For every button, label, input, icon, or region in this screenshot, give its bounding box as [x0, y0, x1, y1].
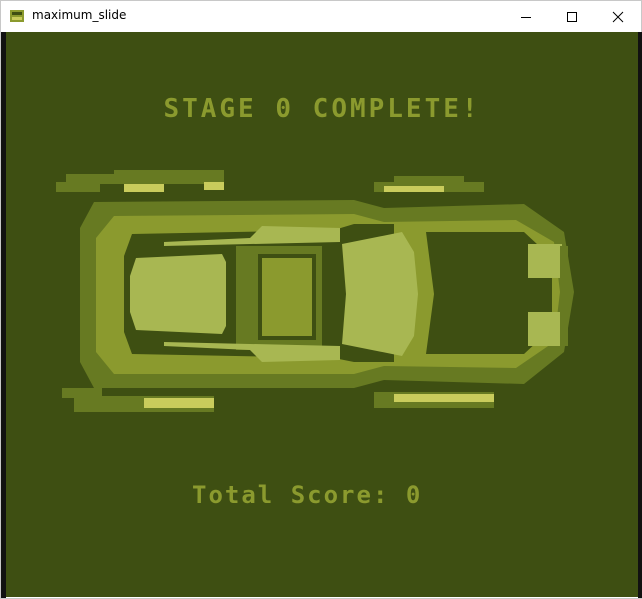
close-icon	[612, 11, 624, 22]
game-canvas[interactable]: STAGE 0 COMPLETE! Total Score: 0	[6, 32, 638, 597]
maximize-button[interactable]	[549, 1, 595, 32]
close-button[interactable]	[595, 1, 641, 32]
window-title: maximum_slide	[32, 8, 127, 22]
app-window: maximum_slide STAGE 0 COMPLETE! Total Sc…	[0, 0, 642, 599]
minimize-button[interactable]	[503, 1, 549, 32]
windshield	[342, 232, 418, 356]
total-score-text: Total Score: 0	[192, 481, 423, 509]
maximize-icon	[567, 11, 577, 22]
minimize-icon	[521, 16, 531, 18]
app-icon	[9, 8, 25, 24]
headlight-bottom	[528, 312, 562, 346]
window-border-right	[638, 32, 642, 598]
title-bar[interactable]: maximum_slide	[1, 1, 641, 32]
car-sprite	[56, 170, 574, 412]
headlight-top	[528, 244, 562, 278]
rear-window	[130, 254, 226, 334]
stage-complete-text: STAGE 0 COMPLETE!	[163, 94, 481, 124]
